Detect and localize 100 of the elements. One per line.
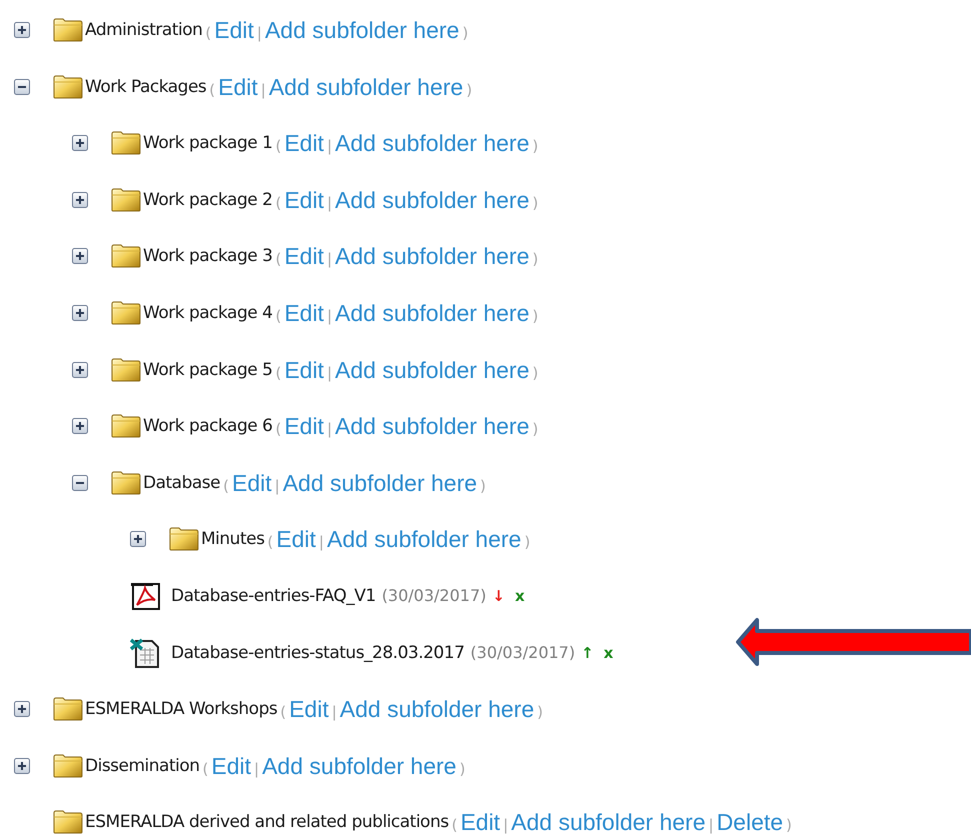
separator-mark: | bbox=[326, 194, 332, 212]
folder-icon bbox=[111, 470, 141, 495]
action-link[interactable]: Edit bbox=[218, 74, 258, 100]
folder-icon bbox=[111, 358, 141, 382]
paren-mark: ) bbox=[459, 760, 466, 778]
file-date: (30/03/2017) bbox=[382, 586, 486, 606]
action-link[interactable]: Add subfolder here bbox=[335, 300, 530, 326]
paren-mark: ( bbox=[223, 476, 229, 495]
separator-mark: | bbox=[254, 760, 260, 778]
action-link[interactable]: Add subfolder here bbox=[264, 17, 460, 43]
collapse-icon[interactable] bbox=[72, 474, 88, 491]
folder-icon bbox=[169, 527, 199, 552]
folder-icon bbox=[53, 18, 83, 42]
action-link[interactable]: Edit bbox=[211, 752, 252, 779]
paren-mark: ( bbox=[275, 250, 282, 268]
expand-icon[interactable] bbox=[14, 22, 30, 38]
folder-name[interactable]: Minutes bbox=[201, 529, 264, 550]
separator-mark: | bbox=[326, 364, 332, 382]
expand-icon[interactable] bbox=[14, 758, 30, 774]
file-name[interactable]: Database-entries-FAQ_V1 bbox=[171, 586, 376, 606]
separator-mark: | bbox=[503, 816, 508, 834]
action-link[interactable]: Add subfolder here bbox=[335, 130, 530, 156]
folder-name[interactable]: Administration bbox=[85, 20, 202, 40]
folder-icon bbox=[111, 188, 141, 212]
folder-name[interactable]: Work package 4 bbox=[143, 302, 272, 323]
action-link[interactable]: Add subfolder here bbox=[335, 356, 530, 383]
action-link[interactable]: Add subfolder here bbox=[282, 470, 478, 496]
separator-mark: | bbox=[274, 476, 280, 495]
separator-mark: | bbox=[326, 137, 332, 156]
folder-icon bbox=[53, 74, 83, 99]
expand-icon[interactable] bbox=[72, 135, 88, 152]
folder-name[interactable]: Work package 1 bbox=[143, 133, 272, 154]
paren-mark: ) bbox=[532, 250, 538, 268]
action-link[interactable]: Add subfolder here bbox=[335, 413, 530, 440]
paren-mark: ) bbox=[532, 420, 538, 438]
expand-icon[interactable] bbox=[130, 531, 146, 548]
paren-mark: ( bbox=[275, 137, 282, 156]
paren-mark: ( bbox=[280, 703, 286, 722]
folder-icon bbox=[111, 131, 141, 156]
folder-name[interactable]: Work Packages bbox=[85, 76, 206, 97]
paren-mark: ( bbox=[267, 533, 274, 552]
move-button[interactable]: ↑ bbox=[581, 644, 594, 662]
action-link[interactable]: Edit bbox=[284, 130, 324, 156]
move-button[interactable]: ↓ bbox=[492, 586, 505, 605]
paren-mark: ( bbox=[205, 24, 212, 42]
action-link[interactable]: Edit bbox=[284, 413, 324, 440]
action-link[interactable]: Add subfolder here bbox=[335, 243, 530, 270]
action-link[interactable]: Add subfolder here bbox=[511, 809, 706, 834]
action-link[interactable]: Edit bbox=[284, 186, 324, 213]
action-link[interactable]: Delete bbox=[716, 809, 784, 834]
separator-mark: | bbox=[326, 420, 332, 438]
action-link[interactable]: Edit bbox=[284, 356, 324, 383]
paren-mark: ( bbox=[452, 816, 458, 834]
paren-mark: ) bbox=[532, 137, 538, 156]
action-link[interactable]: Edit bbox=[289, 696, 329, 722]
folder-name[interactable]: Work package 6 bbox=[143, 416, 272, 436]
action-link[interactable]: Add subfolder here bbox=[268, 74, 464, 100]
action-link[interactable]: Add subfolder here bbox=[262, 752, 456, 779]
paren-mark: ) bbox=[466, 80, 472, 99]
expand-icon[interactable] bbox=[72, 304, 88, 321]
folder-name[interactable]: Work package 5 bbox=[143, 360, 272, 380]
collapse-icon[interactable] bbox=[14, 78, 30, 95]
delete-button[interactable]: x bbox=[514, 586, 525, 605]
paren-mark: ( bbox=[275, 194, 282, 212]
file-name[interactable]: Database-entries-status_28.03.2017 bbox=[171, 642, 464, 663]
expand-icon[interactable] bbox=[72, 362, 88, 378]
delete-button[interactable]: x bbox=[604, 644, 614, 662]
paren-mark: ( bbox=[275, 420, 282, 438]
folder-icon bbox=[53, 754, 83, 778]
paren-mark: ) bbox=[537, 703, 543, 722]
folder-icon bbox=[53, 810, 83, 834]
action-link[interactable]: Edit bbox=[276, 526, 316, 552]
expand-icon[interactable] bbox=[72, 418, 88, 434]
action-link[interactable]: Add subfolder here bbox=[326, 526, 522, 552]
expand-icon[interactable] bbox=[72, 192, 88, 208]
action-link[interactable]: Add subfolder here bbox=[335, 186, 530, 213]
action-link[interactable]: Edit bbox=[284, 243, 324, 270]
action-link[interactable]: Edit bbox=[460, 809, 500, 834]
folder-name[interactable]: ESMERALDA Workshops bbox=[85, 699, 278, 720]
folder-icon bbox=[111, 414, 141, 438]
separator-mark: | bbox=[326, 250, 332, 268]
action-link[interactable]: Add subfolder here bbox=[340, 696, 534, 722]
folder-name[interactable]: ESMERALDA derived and related publications bbox=[85, 812, 449, 832]
expand-icon[interactable] bbox=[72, 248, 88, 264]
paren-mark: ) bbox=[524, 533, 530, 552]
paren-mark: ) bbox=[532, 306, 538, 325]
paren-mark: ( bbox=[202, 760, 208, 778]
folder-name[interactable]: Dissemination bbox=[85, 756, 200, 776]
file-date: (30/03/2017) bbox=[470, 643, 576, 662]
paren-mark: ( bbox=[275, 306, 282, 325]
action-link[interactable]: Edit bbox=[214, 17, 254, 43]
separator-mark: | bbox=[256, 24, 262, 42]
folder-name[interactable]: Work package 3 bbox=[143, 246, 272, 266]
expand-icon[interactable] bbox=[14, 701, 30, 718]
action-link[interactable]: Edit bbox=[232, 470, 272, 496]
folder-icon bbox=[111, 300, 141, 325]
folder-name[interactable]: Database bbox=[143, 472, 220, 493]
separator-mark: | bbox=[326, 306, 332, 325]
action-link[interactable]: Edit bbox=[284, 300, 324, 326]
folder-name[interactable]: Work package 2 bbox=[143, 190, 272, 210]
